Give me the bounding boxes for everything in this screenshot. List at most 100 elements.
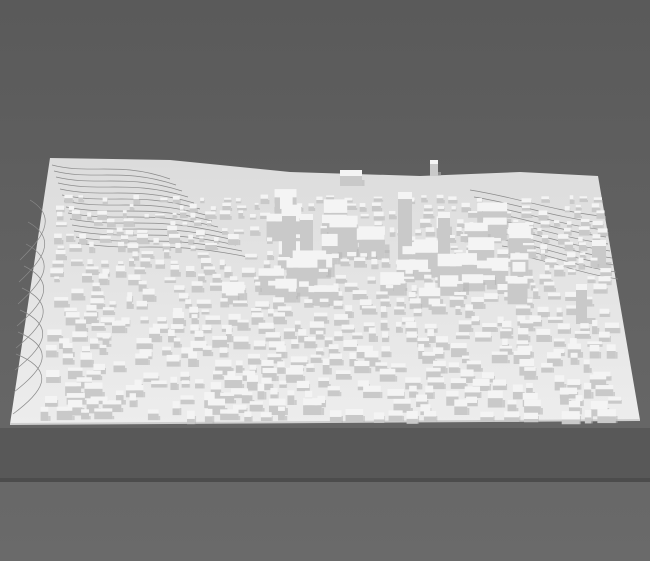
building xyxy=(373,412,386,423)
building xyxy=(153,237,160,245)
building xyxy=(99,235,112,243)
building xyxy=(106,218,116,228)
building xyxy=(245,253,258,260)
building xyxy=(97,210,109,220)
building xyxy=(136,233,150,245)
building xyxy=(548,316,564,324)
building xyxy=(143,372,160,382)
building xyxy=(304,336,318,349)
building xyxy=(134,267,147,275)
building xyxy=(94,408,115,420)
city-model-render xyxy=(0,0,650,561)
building xyxy=(296,380,311,392)
building xyxy=(458,320,474,332)
building xyxy=(381,346,392,358)
building xyxy=(244,411,253,422)
building xyxy=(140,257,152,268)
building xyxy=(113,361,127,373)
building xyxy=(387,388,405,399)
building xyxy=(315,330,325,340)
building xyxy=(316,347,325,356)
building xyxy=(270,388,279,399)
building xyxy=(291,339,300,349)
building xyxy=(56,406,75,421)
building xyxy=(521,211,533,219)
building xyxy=(166,354,181,367)
building xyxy=(567,252,577,262)
building xyxy=(522,243,536,251)
building xyxy=(220,409,241,421)
building xyxy=(593,197,603,203)
building xyxy=(492,379,508,391)
building xyxy=(538,210,549,221)
building xyxy=(318,268,329,276)
building xyxy=(329,353,344,366)
building xyxy=(285,367,306,383)
building xyxy=(334,314,350,326)
building xyxy=(101,260,110,268)
building xyxy=(135,353,150,365)
building xyxy=(424,204,433,212)
building xyxy=(123,218,136,227)
building xyxy=(189,203,198,213)
building xyxy=(55,249,68,261)
building xyxy=(574,331,592,339)
building xyxy=(316,196,324,204)
building xyxy=(260,412,273,422)
building xyxy=(224,376,245,388)
building xyxy=(56,205,65,213)
building xyxy=(172,196,181,204)
building xyxy=(593,283,608,294)
building xyxy=(54,297,70,308)
building xyxy=(219,210,232,220)
building xyxy=(106,229,114,236)
building xyxy=(147,409,161,421)
building xyxy=(241,267,256,278)
building xyxy=(567,269,577,275)
building xyxy=(521,198,532,205)
building xyxy=(599,308,611,317)
building xyxy=(102,197,108,205)
building xyxy=(413,308,423,317)
building xyxy=(45,345,59,358)
building xyxy=(406,410,420,424)
building xyxy=(69,244,83,252)
building xyxy=(136,300,148,310)
building xyxy=(160,197,169,203)
building xyxy=(90,338,100,350)
building xyxy=(376,291,389,300)
building xyxy=(318,377,331,388)
building xyxy=(202,324,213,334)
building xyxy=(151,380,168,388)
building xyxy=(335,370,352,380)
building xyxy=(205,242,219,251)
building xyxy=(210,206,217,212)
building xyxy=(561,411,582,425)
building xyxy=(310,354,323,363)
building xyxy=(482,323,498,332)
building xyxy=(541,362,555,373)
building xyxy=(155,259,166,269)
building xyxy=(564,206,571,213)
building xyxy=(232,300,248,307)
building xyxy=(553,338,567,347)
building xyxy=(471,296,486,309)
building xyxy=(596,210,606,219)
building xyxy=(454,399,470,415)
building xyxy=(273,312,287,325)
building xyxy=(579,196,588,203)
building xyxy=(102,307,116,316)
building xyxy=(249,214,257,220)
building xyxy=(493,237,502,244)
building xyxy=(354,360,372,374)
building xyxy=(201,309,210,315)
building xyxy=(423,211,435,219)
building xyxy=(461,202,472,213)
building xyxy=(580,219,591,227)
building xyxy=(420,218,432,228)
building xyxy=(487,390,506,408)
building xyxy=(263,260,271,269)
building xyxy=(592,220,604,229)
building xyxy=(475,331,492,342)
building xyxy=(455,332,470,340)
